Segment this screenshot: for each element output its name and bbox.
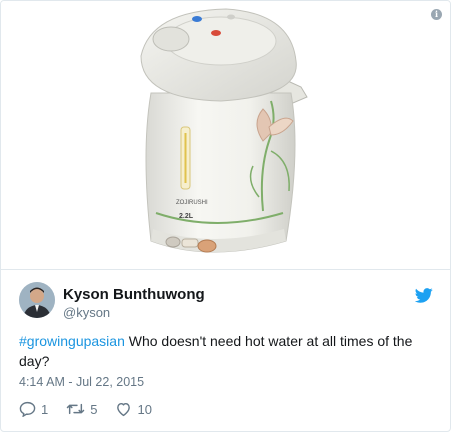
like-button[interactable]: 10 <box>115 401 152 417</box>
capacity-mark: 2.2L <box>179 213 194 220</box>
hashtag-link[interactable]: #growingupasian <box>19 333 125 349</box>
reply-count: 1 <box>41 401 49 417</box>
reply-icon <box>19 401 36 417</box>
author-name[interactable]: Kyson Bunthuwong <box>63 286 205 303</box>
heart-icon <box>117 402 131 417</box>
info-icon[interactable]: i <box>431 9 442 20</box>
avatar-photo <box>19 282 55 318</box>
retweet-icon <box>66 403 85 415</box>
reply-button[interactable]: 1 <box>19 401 48 417</box>
tweet-timestamp[interactable]: 4:14 AM - Jul 22, 2015 <box>19 375 144 389</box>
like-count: 10 <box>137 401 152 417</box>
avatar[interactable] <box>19 282 55 318</box>
retweet-count: 5 <box>90 401 98 417</box>
tweet-author[interactable]: Kyson Bunthuwong @kyson <box>19 282 439 322</box>
twitter-bird-icon[interactable] <box>415 288 433 303</box>
tweet-card: ZOJIRUSHI 2.2L i Kyson Bunthuwong @kyson… <box>0 0 451 432</box>
brand-mark: ZOJIRUSHI <box>176 200 208 206</box>
hot-water-dispenser-image: ZOJIRUSHI 2.2L <box>140 8 308 253</box>
author-handle[interactable]: @kyson <box>63 305 110 320</box>
retweet-button[interactable]: 5 <box>66 401 97 417</box>
tweet-actions: 1 5 10 <box>19 399 170 419</box>
tweet-media-image[interactable]: ZOJIRUSHI 2.2L i <box>1 1 450 270</box>
tweet-text: #growingupasian Who doesn't need hot wat… <box>19 331 434 371</box>
